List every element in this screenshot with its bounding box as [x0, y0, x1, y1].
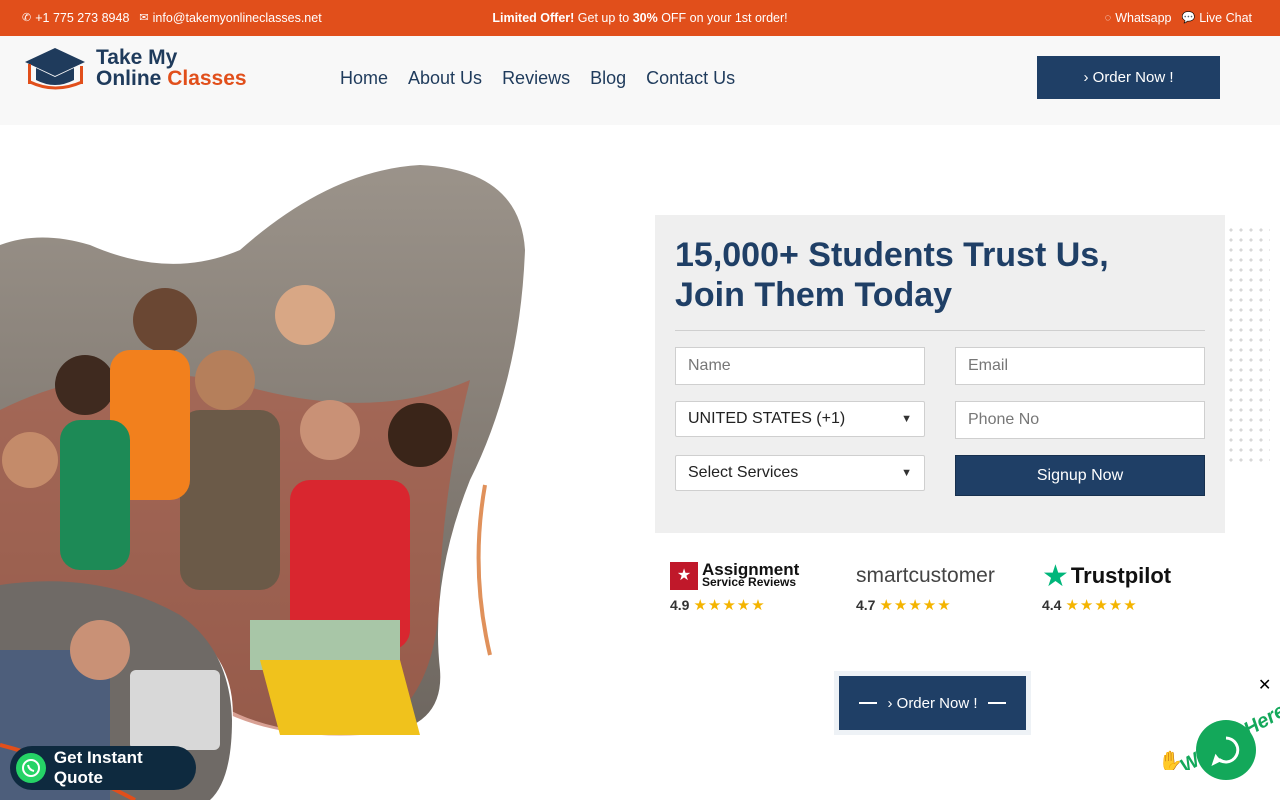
- rating-trustpilot: ★ Trustpilot 4.4 ★★★★★: [1042, 559, 1172, 615]
- get-instant-quote-button[interactable]: Get Instant Quote: [10, 746, 196, 790]
- signup-button[interactable]: Signup Now: [955, 455, 1205, 496]
- order-now-cta-button[interactable]: › Order Now !: [839, 676, 1026, 730]
- live-chat-launcher[interactable]: [1196, 720, 1256, 780]
- offer-text-1: Get up to: [574, 11, 633, 25]
- trustpilot-logo: ★ Trustpilot: [1042, 559, 1172, 593]
- rating-smartcustomer: smartcustomer 4.7 ★★★★★: [856, 560, 995, 614]
- order-now-button[interactable]: › Order Now !: [1037, 56, 1220, 99]
- students-photo-collage: [0, 165, 525, 800]
- signup-form-card: 15,000+ Students Trust Us, Join Them Tod…: [655, 215, 1225, 533]
- chat-bubble-icon: [1211, 736, 1240, 766]
- asr-line2: Service Reviews: [702, 575, 797, 589]
- rating-score: 4.4: [1042, 597, 1062, 613]
- form-title-line2: Join Them Today: [675, 276, 953, 314]
- logo-text: Take My Online Classes: [96, 47, 247, 89]
- order-now-cta-wrap: › Order Now !: [834, 671, 1031, 735]
- five-stars-icon: ★★★★★: [693, 597, 766, 614]
- nav-about-us[interactable]: About Us: [408, 68, 482, 89]
- country-select[interactable]: UNITED STATES (+1) ▼: [675, 401, 925, 437]
- whatsapp-link[interactable]: ◌ Whatsapp: [1105, 11, 1172, 25]
- offer-text-2: OFF on your 1st order!: [657, 11, 788, 25]
- graduation-cap-icon: [25, 48, 85, 90]
- smartcustomer-text: smartcustomer: [856, 564, 995, 587]
- asr-badge-icon: ★: [670, 562, 698, 590]
- trustpilot-star-icon: ★: [1042, 559, 1069, 593]
- site-header: Take My Online Classes Home About Us Rev…: [0, 36, 1280, 125]
- logo-line1: Take My: [96, 46, 178, 69]
- five-stars-icon: ★★★★★: [879, 597, 952, 614]
- chevron-down-icon: ▼: [901, 467, 912, 479]
- country-selected-value: UNITED STATES (+1): [688, 410, 846, 427]
- dash-left-decoration: [859, 702, 878, 704]
- logo-line2b: Classes: [167, 67, 247, 90]
- top-actions: ◌ Whatsapp 💬 Live Chat: [1105, 11, 1252, 25]
- live-chat-text: Live Chat: [1199, 11, 1252, 25]
- offer-banner: Limited Offer! Get up to 30% OFF on your…: [0, 11, 1280, 25]
- services-selected-value: Select Services: [688, 464, 799, 481]
- dot-pattern-decoration: [1226, 225, 1270, 465]
- rating-score-row: 4.9 ★★★★★: [670, 596, 799, 614]
- assignment-service-reviews-logo: ★ Assignment Service Reviews: [670, 560, 799, 592]
- rating-assignment-service-reviews: ★ Assignment Service Reviews 4.9 ★★★★★: [670, 560, 799, 614]
- offer-bold: Limited Offer!: [492, 11, 575, 25]
- email-field[interactable]: Email: [955, 347, 1205, 385]
- five-stars-icon: ★★★★★: [1065, 597, 1138, 614]
- phone-field[interactable]: Phone No: [955, 401, 1205, 439]
- rating-score: 4.9: [670, 597, 690, 613]
- nav-blog[interactable]: Blog: [590, 68, 626, 89]
- site-logo[interactable]: Take My Online Classes: [24, 46, 247, 90]
- dash-right-decoration: [987, 702, 1006, 704]
- name-field[interactable]: Name: [675, 347, 925, 385]
- waving-hand-icon: ✋: [1160, 749, 1183, 770]
- chat-icon: 💬: [1181, 11, 1196, 24]
- nav-reviews[interactable]: Reviews: [502, 68, 570, 89]
- top-bar: ✆ +1 775 273 8948 ✉ info@takemyonlinecla…: [0, 0, 1280, 36]
- form-title: 15,000+ Students Trust Us, Join Them Tod…: [675, 235, 1109, 315]
- services-select[interactable]: Select Services ▼: [675, 455, 925, 491]
- whatsapp-icon: [16, 753, 46, 783]
- whatsapp-icon: ◌: [1104, 11, 1112, 24]
- get-instant-quote-label: Get Instant Quote: [53, 748, 143, 787]
- main-nav: Home About Us Reviews Blog Contact Us: [340, 68, 735, 89]
- rating-score-row: 4.4 ★★★★★: [1042, 596, 1171, 614]
- offer-pct: 30%: [632, 11, 658, 25]
- form-title-line1: 15,000+ Students Trust Us,: [675, 236, 1109, 274]
- trustpilot-text: Trustpilot: [1070, 563, 1172, 588]
- live-chat-link[interactable]: 💬 Live Chat: [1181, 11, 1252, 25]
- smartcustomer-logo: smartcustomer: [856, 560, 995, 592]
- chevron-down-icon: ▼: [901, 413, 912, 425]
- form-divider: [675, 330, 1205, 331]
- nav-contact-us[interactable]: Contact Us: [646, 68, 735, 89]
- rating-score-row: 4.7 ★★★★★: [856, 596, 995, 614]
- whatsapp-text: Whatsapp: [1115, 11, 1172, 25]
- nav-home[interactable]: Home: [340, 68, 388, 89]
- logo-line2a: Online: [96, 67, 168, 90]
- rating-score: 4.7: [856, 597, 876, 613]
- order-now-cta-label: › Order Now !: [887, 694, 978, 712]
